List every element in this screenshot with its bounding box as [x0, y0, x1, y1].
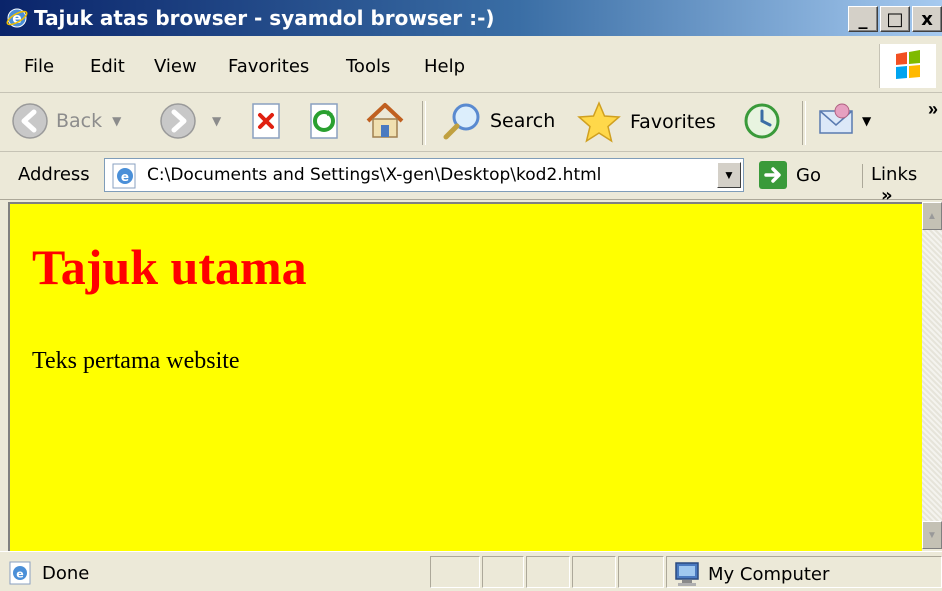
toolbar-separator: [802, 101, 806, 145]
home-icon: [366, 103, 404, 138]
back-button[interactable]: Back ▼: [10, 101, 121, 141]
history-icon: [744, 103, 780, 139]
home-button[interactable]: [364, 101, 406, 141]
links-button[interactable]: Links »: [862, 164, 942, 206]
my-computer-icon: [675, 562, 699, 586]
stop-icon: [252, 103, 280, 139]
address-dropdown-button[interactable]: ▼: [717, 162, 741, 188]
mail-button[interactable]: ▼: [814, 101, 871, 141]
mail-icon: [819, 103, 853, 134]
security-zone: My Computer: [672, 560, 829, 588]
menu-tools[interactable]: Tools: [346, 56, 390, 77]
ie-icon: e: [6, 8, 28, 28]
back-label: Back: [56, 110, 103, 132]
status-panel: [618, 556, 664, 588]
standard-toolbar: Back ▼ ▼ Search Favorites ▼ »: [0, 93, 942, 152]
go-label: Go: [796, 164, 821, 186]
menu-help[interactable]: Help: [424, 56, 465, 77]
favorites-label: Favorites: [630, 111, 716, 133]
svg-text:e: e: [16, 568, 23, 581]
menu-favorites[interactable]: Favorites: [228, 56, 309, 77]
window-controls: _ □ x: [848, 6, 942, 32]
history-button[interactable]: [740, 101, 784, 141]
windows-logo: [879, 44, 936, 88]
windows-flag-icon: [896, 50, 920, 79]
forward-arrow-icon: [160, 103, 196, 139]
page-done-icon: e: [9, 561, 31, 585]
menu-view[interactable]: View: [154, 56, 197, 77]
status-panel: [526, 556, 570, 588]
vertical-scrollbar[interactable]: ▲ ▼: [922, 202, 942, 549]
minimize-button[interactable]: _: [848, 6, 878, 32]
title-bar[interactable]: e Tajuk atas browser - syamdol browser :…: [0, 0, 942, 36]
address-label: Address: [18, 164, 90, 185]
forward-button[interactable]: ▼: [158, 101, 221, 141]
status-panel: [572, 556, 616, 588]
svg-text:e: e: [121, 170, 129, 184]
links-label: Links: [871, 164, 918, 185]
favorites-star-icon: [577, 101, 621, 143]
toolbar-separator: [422, 101, 426, 145]
go-button[interactable]: Go: [758, 160, 821, 190]
back-dropdown-icon[interactable]: ▼: [112, 114, 121, 128]
status-panel: [430, 556, 480, 588]
browser-window: e Tajuk atas browser - syamdol browser :…: [0, 0, 942, 591]
go-arrow-icon: [759, 161, 787, 189]
scroll-down-button[interactable]: ▼: [922, 521, 942, 549]
status-panel: [482, 556, 524, 588]
address-url: C:\Documents and Settings\X-gen\Desktop\…: [147, 165, 602, 185]
back-arrow-icon: [12, 103, 48, 139]
refresh-button[interactable]: [306, 101, 342, 141]
status-bar: e Done My Computer: [0, 551, 942, 591]
favorites-button[interactable]: Favorites: [576, 101, 716, 143]
menu-edit[interactable]: Edit: [90, 56, 125, 77]
close-button[interactable]: x: [912, 6, 942, 32]
page-paragraph: Teks pertama website: [32, 348, 240, 374]
menu-file[interactable]: File: [24, 56, 54, 77]
forward-dropdown-icon[interactable]: ▼: [212, 114, 221, 128]
search-icon: [443, 103, 480, 140]
search-label: Search: [490, 110, 556, 132]
maximize-button[interactable]: □: [880, 6, 910, 32]
address-input[interactable]: e C:\Documents and Settings\X-gen\Deskto…: [104, 158, 744, 192]
menu-bar: File Edit View Favorites Tools Help: [0, 40, 942, 93]
search-button[interactable]: Search: [440, 101, 555, 141]
page-ie-icon: e: [112, 163, 136, 189]
window-title: Tajuk atas browser - syamdol browser :-): [34, 6, 495, 30]
status-text-area: e Done: [8, 560, 89, 586]
zone-label: My Computer: [708, 563, 830, 585]
stop-button[interactable]: [248, 101, 284, 141]
page-heading: Tajuk utama: [32, 239, 307, 295]
refresh-icon: [310, 103, 338, 139]
toolbar-overflow-chevron[interactable]: »: [928, 99, 938, 120]
mail-dropdown-icon[interactable]: ▼: [862, 114, 871, 128]
scroll-up-button[interactable]: ▲: [922, 202, 942, 230]
status-text: Done: [42, 562, 90, 584]
address-bar: Address e C:\Documents and Settings\X-ge…: [0, 152, 942, 206]
page-viewport: Tajuk utama Teks pertama website: [8, 202, 922, 551]
